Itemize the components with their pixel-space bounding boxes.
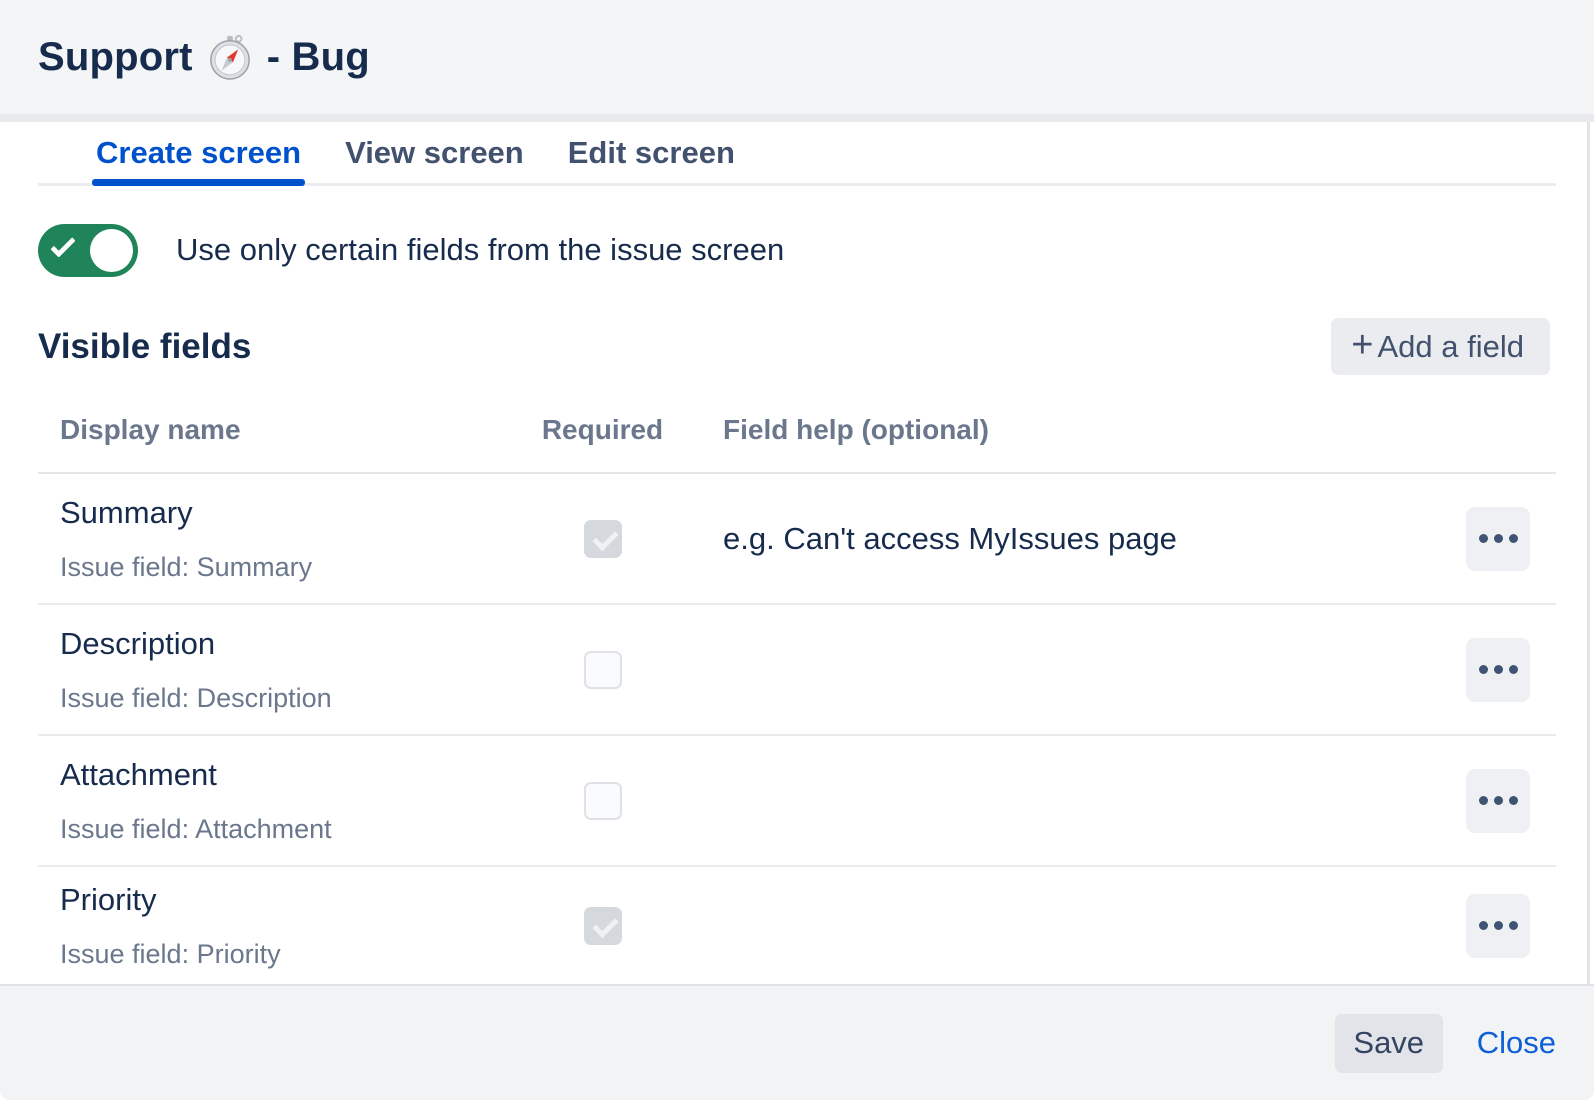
- field-name: Description: [60, 626, 530, 662]
- field-name: Attachment: [60, 757, 530, 793]
- close-button[interactable]: Close: [1477, 1025, 1556, 1061]
- field-name: Summary: [60, 495, 530, 531]
- page-title-suffix: - Bug: [267, 35, 370, 80]
- issue-field-label: Issue field: Description: [60, 683, 530, 714]
- issue-field-label: Issue field: Priority: [60, 939, 530, 970]
- tab-view-screen[interactable]: View screen: [345, 122, 524, 183]
- screen-config-modal: Support - Bug Create screen View screen: [0, 0, 1594, 1100]
- plus-icon: +: [1351, 326, 1373, 364]
- table-row: Attachment Issue field: Attachment: [38, 736, 1556, 867]
- column-display-name: Display name: [60, 414, 530, 446]
- toggle-label: Use only certain fields from the issue s…: [176, 232, 784, 268]
- field-name: Priority: [60, 882, 530, 918]
- visible-fields-heading: Visible fields: [38, 327, 251, 367]
- field-help-text: e.g. Can't access MyIssues page: [675, 521, 1466, 557]
- table-header-row: Display name Required Field help (option…: [38, 375, 1556, 474]
- required-checkbox[interactable]: [584, 782, 622, 820]
- table-row: Description Issue field: Description: [38, 605, 1556, 736]
- tab-create-screen[interactable]: Create screen: [96, 122, 301, 183]
- ellipsis-icon: [1479, 534, 1488, 543]
- table-row: Priority Issue field: Priority: [38, 867, 1556, 984]
- visible-fields-section-header: Visible fields + Add a field: [38, 318, 1550, 375]
- table-row: Summary Issue field: Summary e.g. Can't …: [38, 474, 1556, 605]
- row-more-options-button[interactable]: [1466, 638, 1530, 702]
- required-checkbox[interactable]: [584, 907, 622, 945]
- ellipsis-icon: [1479, 665, 1488, 674]
- issue-field-label: Issue field: Attachment: [60, 814, 530, 845]
- save-button[interactable]: Save: [1335, 1014, 1443, 1073]
- column-required: Required: [542, 414, 663, 446]
- row-more-options-button[interactable]: [1466, 769, 1530, 833]
- tab-edit-screen[interactable]: Edit screen: [568, 122, 735, 183]
- column-field-help: Field help (optional): [675, 414, 1466, 446]
- issue-field-label: Issue field: Summary: [60, 552, 530, 583]
- required-checkbox[interactable]: [584, 520, 622, 558]
- content-right-edge: [1587, 122, 1590, 984]
- compass-emoji-icon: [207, 34, 253, 80]
- screen-tabs: Create screen View screen Edit screen: [38, 122, 1556, 186]
- required-checkbox[interactable]: [584, 651, 622, 689]
- ellipsis-icon: [1479, 796, 1488, 805]
- page-title-prefix: Support: [38, 35, 193, 80]
- toggle-check-icon: [50, 232, 75, 257]
- use-certain-fields-toggle[interactable]: [38, 224, 138, 277]
- toggle-knob: [90, 229, 133, 272]
- add-a-field-button[interactable]: + Add a field: [1331, 318, 1550, 375]
- ellipsis-icon: [1479, 921, 1488, 930]
- modal-header: Support - Bug: [0, 0, 1594, 122]
- modal-footer: Save Close: [0, 984, 1594, 1100]
- page-title: Support - Bug: [38, 34, 370, 80]
- row-more-options-button[interactable]: [1466, 894, 1530, 958]
- use-certain-fields-row: Use only certain fields from the issue s…: [38, 222, 1556, 278]
- row-more-options-button[interactable]: [1466, 507, 1530, 571]
- visible-fields-table: Display name Required Field help (option…: [38, 375, 1556, 984]
